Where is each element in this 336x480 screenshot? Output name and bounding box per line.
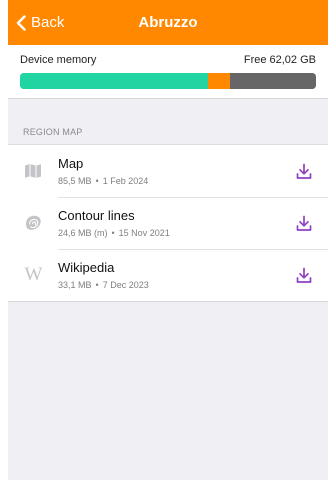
- memory-segment-downloads: [207, 73, 231, 89]
- item-title: Contour lines: [58, 208, 135, 223]
- chevron-left-icon: [16, 14, 26, 31]
- wikipedia-icon: W: [8, 264, 58, 286]
- separator-dot: •: [95, 280, 99, 290]
- download-button[interactable]: [280, 249, 328, 301]
- item-details: 33,1 MB • 7 Dec 2023: [58, 280, 280, 291]
- item-title: Wikipedia: [58, 260, 115, 275]
- memory-segment-used: [20, 73, 208, 89]
- item-date: 7 Dec 2023: [102, 280, 149, 290]
- device-memory-label: Device memory: [20, 54, 97, 66]
- item-size: 85,5 MB: [58, 176, 92, 186]
- download-icon: [296, 163, 312, 179]
- memory-usage-bar: [20, 73, 316, 89]
- item-date: 1 Feb 2024: [102, 176, 149, 186]
- item-details: 85,5 MB • 1 Feb 2024: [58, 176, 280, 187]
- list-item-text: Contour lines 24,6 MB (m) • 15 Nov 2021: [58, 207, 280, 239]
- item-title: Map: [58, 156, 84, 171]
- map-icon: [8, 163, 58, 179]
- list-item-wikipedia[interactable]: W Wikipedia 33,1 MB • 7 Dec 2023: [8, 249, 328, 301]
- separator-dot: •: [95, 176, 99, 186]
- device-memory-panel: Device memory Free 62,02 GB: [8, 45, 328, 99]
- free-memory-value: Free 62,02 GB: [243, 54, 316, 66]
- item-date: 15 Nov 2021: [118, 228, 170, 238]
- section-header: REGION MAP: [8, 109, 328, 145]
- wikipedia-glyph: W: [24, 264, 43, 285]
- download-icon: [296, 267, 312, 283]
- memory-segment-free: [230, 73, 316, 89]
- item-size: 24,6 MB (m): [58, 228, 108, 238]
- device-memory-row: Device memory Free 62,02 GB: [20, 53, 316, 67]
- back-button[interactable]: Back: [16, 0, 64, 45]
- navigation-bar: Back Abruzzo: [8, 0, 328, 45]
- list-item-text: Map 85,5 MB • 1 Feb 2024: [58, 155, 280, 187]
- separator-dot: •: [111, 228, 115, 238]
- contour-lines-icon: [8, 213, 58, 233]
- item-size: 33,1 MB: [58, 280, 92, 290]
- list-item-map[interactable]: Map 85,5 MB • 1 Feb 2024: [8, 145, 328, 197]
- download-button[interactable]: [280, 197, 328, 249]
- download-button[interactable]: [280, 145, 328, 197]
- list-item-contour-lines[interactable]: Contour lines 24,6 MB (m) • 15 Nov 2021: [8, 197, 328, 249]
- list-item-text: Wikipedia 33,1 MB • 7 Dec 2023: [58, 259, 280, 291]
- region-map-list: Map 85,5 MB • 1 Feb 2024 Contour lines 2…: [8, 145, 328, 302]
- screen: Back Abruzzo Device memory Free 62,02 GB…: [8, 0, 328, 480]
- download-icon: [296, 215, 312, 231]
- back-label: Back: [31, 14, 65, 31]
- item-details: 24,6 MB (m) • 15 Nov 2021: [58, 228, 280, 239]
